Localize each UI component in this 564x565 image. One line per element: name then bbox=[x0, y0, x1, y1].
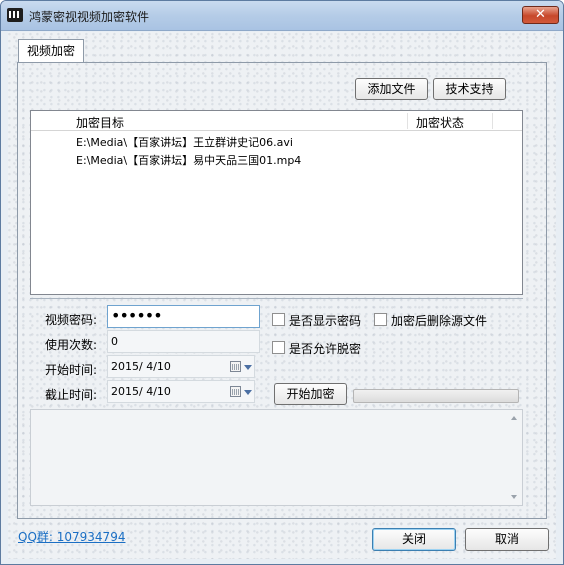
client-area: 视频加密 添加文件 技术支持 加密目标 加密状态 E:\Media\【百家讲坛】… bbox=[8, 32, 556, 559]
allow-decrypt-checkbox[interactable] bbox=[272, 341, 285, 354]
delete-source-label[interactable]: 加密后删除源文件 bbox=[391, 312, 487, 329]
scroll-up-icon[interactable] bbox=[511, 416, 517, 420]
calendar-icon[interactable] bbox=[230, 386, 241, 397]
password-label: 视频密码: bbox=[45, 313, 98, 327]
start-encrypt-button[interactable]: 开始加密 bbox=[274, 383, 347, 405]
main-window: 鸿蒙密视视频加密软件 ✕ 视频加密 添加文件 技术支持 加密目标 加密状态 E:… bbox=[0, 0, 564, 565]
log-textarea[interactable] bbox=[30, 409, 523, 506]
clapperboard-icon bbox=[7, 8, 23, 22]
allow-decrypt-label[interactable]: 是否允许脱密 bbox=[289, 340, 361, 357]
list-item[interactable]: E:\Media\【百家讲坛】易中天品三国01.mp4 bbox=[76, 152, 301, 168]
close-button[interactable]: 关闭 bbox=[372, 528, 456, 551]
show-password-checkbox[interactable] bbox=[272, 313, 285, 326]
qq-group-link[interactable]: QQ群: 107934794 bbox=[18, 528, 125, 545]
calendar-icon[interactable] bbox=[230, 361, 241, 372]
add-file-button[interactable]: 添加文件 bbox=[355, 78, 428, 100]
start-time-label: 开始时间: bbox=[45, 363, 98, 377]
end-date-value: 2015/ 4/10 bbox=[111, 385, 171, 398]
column-divider bbox=[492, 113, 493, 129]
title-bar[interactable]: 鸿蒙密视视频加密软件 ✕ bbox=[1, 1, 563, 31]
show-password-label[interactable]: 是否显示密码 bbox=[289, 312, 361, 329]
file-list[interactable]: 加密目标 加密状态 E:\Media\【百家讲坛】王立群讲史记06.avi E:… bbox=[30, 110, 523, 295]
column-header-status[interactable]: 加密状态 bbox=[416, 114, 464, 131]
delete-source-checkbox[interactable] bbox=[374, 313, 387, 326]
chevron-down-icon[interactable] bbox=[244, 365, 252, 370]
usage-count-label: 使用次数: bbox=[45, 338, 98, 352]
encrypt-progress-bar bbox=[353, 389, 519, 403]
list-header: 加密目标 加密状态 bbox=[31, 111, 522, 131]
list-item[interactable]: E:\Media\【百家讲坛】王立群讲史记06.avi bbox=[76, 134, 293, 150]
window-close-button[interactable]: ✕ bbox=[522, 6, 559, 24]
window-title: 鸿蒙密视视频加密软件 bbox=[29, 10, 150, 24]
start-date-value: 2015/ 4/10 bbox=[111, 360, 171, 373]
cancel-button[interactable]: 取消 bbox=[465, 528, 549, 551]
column-header-target[interactable]: 加密目标 bbox=[76, 114, 124, 131]
end-time-label: 截止时间: bbox=[45, 388, 98, 402]
tab-video-encrypt[interactable]: 视频加密 bbox=[18, 39, 84, 63]
column-divider bbox=[407, 113, 408, 129]
password-input[interactable]: •••••• bbox=[107, 305, 260, 328]
chevron-down-icon[interactable] bbox=[244, 390, 252, 395]
tech-support-button[interactable]: 技术支持 bbox=[433, 78, 506, 100]
usage-count-input[interactable]: 0 bbox=[107, 330, 260, 353]
scroll-down-icon[interactable] bbox=[511, 495, 517, 499]
